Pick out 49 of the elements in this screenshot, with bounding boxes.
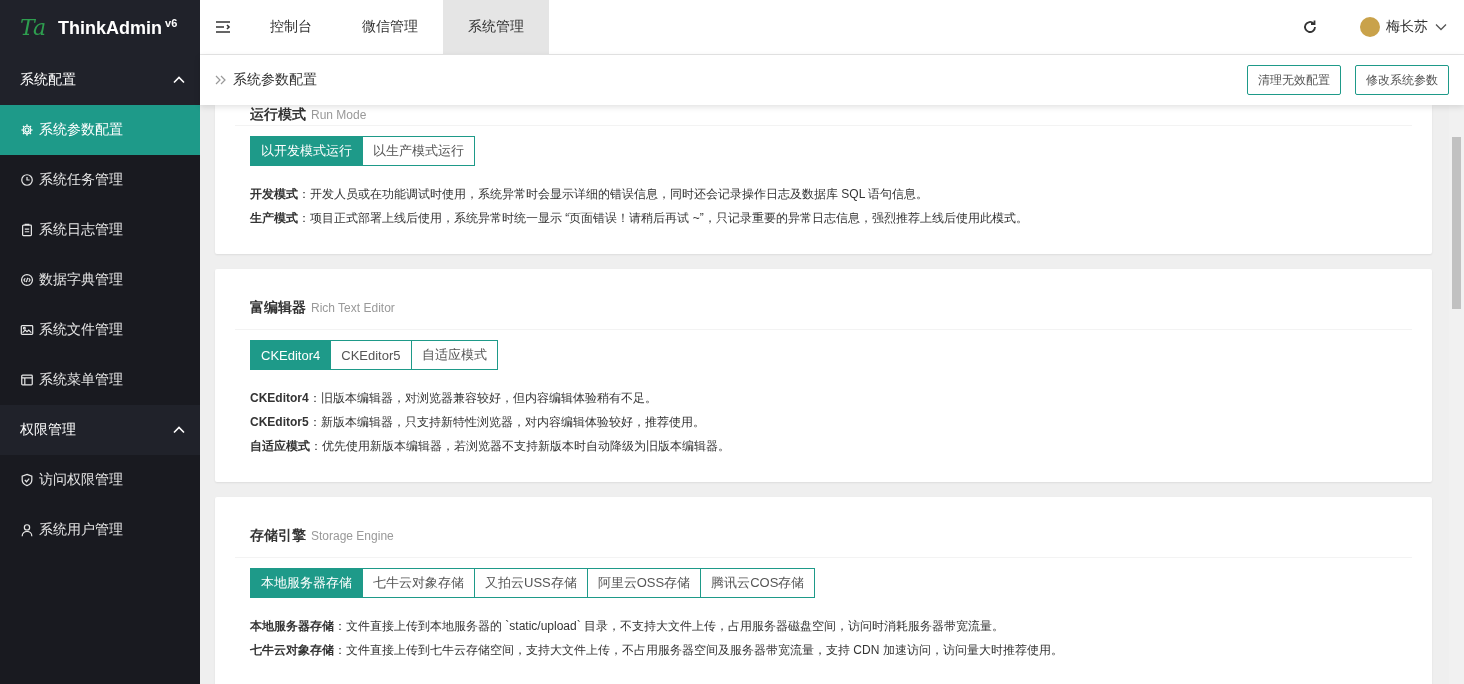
option-description: 本地服务器存储：文件直接上传到本地服务器的 `static/upload` 目录，不支持大文件上传，占用服务器磁盘空间，访问时消耗服务器带宽流量。 bbox=[250, 618, 1006, 635]
section-title: 富编辑器 bbox=[250, 299, 306, 317]
sidebar-item[interactable]: 系统用户管理 bbox=[0, 505, 200, 555]
code-icon bbox=[20, 273, 34, 287]
gear-icon bbox=[20, 123, 34, 137]
clock-icon bbox=[20, 173, 34, 187]
section-subtitle: Run Mode bbox=[311, 108, 367, 122]
section-title: 运行模式 bbox=[250, 106, 306, 124]
user-name[interactable]: 梅长苏 bbox=[1386, 18, 1428, 36]
section-title: 存储引擎 bbox=[250, 527, 306, 545]
page-title: 系统参数配置 bbox=[233, 71, 317, 89]
nav-tab[interactable]: 系统管理 bbox=[443, 0, 549, 54]
logo-mark: Ta bbox=[20, 15, 47, 40]
option-button[interactable]: 阿里云OSS存储 bbox=[586, 568, 702, 598]
user-icon bbox=[20, 523, 34, 537]
option-description: 自适应模式：优先使用新版本编辑器，若浏览器不支持新版本时自动降级为旧版本编辑器。 bbox=[250, 438, 731, 455]
option-button[interactable]: 又拍云USS存储 bbox=[474, 568, 588, 598]
clipboard-icon bbox=[20, 223, 34, 237]
nav-tab[interactable]: 控制台 bbox=[245, 0, 337, 54]
sidebar-item[interactable]: 系统文件管理 bbox=[0, 305, 200, 355]
window-icon bbox=[20, 373, 34, 387]
sidebar-item[interactable]: 系统菜单管理 bbox=[0, 355, 200, 405]
action-button[interactable]: 修改系统参数 bbox=[1355, 65, 1449, 95]
menu-group-header[interactable]: 权限管理 bbox=[0, 405, 200, 455]
option-button[interactable]: 七牛云对象存储 bbox=[362, 568, 475, 598]
sidebar-item[interactable]: 数据字典管理 bbox=[0, 255, 200, 305]
sidebar-item[interactable]: 系统日志管理 bbox=[0, 205, 200, 255]
option-button[interactable]: 自适应模式 bbox=[410, 340, 498, 370]
double-chevron-icon bbox=[215, 74, 227, 86]
sidebar-item[interactable]: 系统任务管理 bbox=[0, 155, 200, 205]
option-description: 生产模式：项目正式部署上线后使用，系统异常时统一显示 “页面错误！请稍后再试 ~”，只记录重要的异常日志信息，强烈推荐上线后使用此模式。 bbox=[250, 210, 1029, 227]
section-subtitle: Rich Text Editor bbox=[311, 301, 395, 315]
option-description: CKEditor5：新版本编辑器，只支持新特性浏览器，对内容编辑体验较好，推荐使用。 bbox=[250, 414, 706, 431]
option-button[interactable]: CKEditor5 bbox=[330, 340, 412, 370]
shield-check-icon bbox=[20, 473, 34, 487]
image-icon bbox=[20, 323, 34, 337]
option-description: 开发模式：开发人员或在功能调试时使用，系统异常时会显示详细的错误信息，同时还会记录操作日志及数据库 SQL 语句信息。 bbox=[250, 186, 930, 203]
option-button[interactable]: 腾讯云COS存储 bbox=[700, 568, 816, 598]
sidebar-item[interactable]: 访问权限管理 bbox=[0, 455, 200, 505]
refresh-icon[interactable] bbox=[1302, 19, 1318, 35]
menu-group-header[interactable]: 系统配置 bbox=[0, 55, 200, 105]
option-description: 七牛云对象存储：文件直接上传到七牛云存储空间，支持大文件上传，不占用服务器空间及服务器带宽流量，支持 CDN 加速访问，访问量大时推荐使用。 bbox=[250, 642, 1064, 659]
section-subtitle: Storage Engine bbox=[311, 529, 394, 543]
option-button[interactable]: 以生产模式运行 bbox=[362, 136, 475, 166]
option-description: CKEditor4：旧版本编辑器，对浏览器兼容较好，但内容编辑体验稍有不足。 bbox=[250, 390, 658, 407]
nav-tab[interactable]: 微信管理 bbox=[337, 0, 443, 54]
menu-icon[interactable] bbox=[214, 20, 231, 34]
app-title: ThinkAdmin$^{v6}$ bbox=[58, 16, 178, 39]
action-button[interactable]: 清理无效配置 bbox=[1247, 65, 1341, 95]
